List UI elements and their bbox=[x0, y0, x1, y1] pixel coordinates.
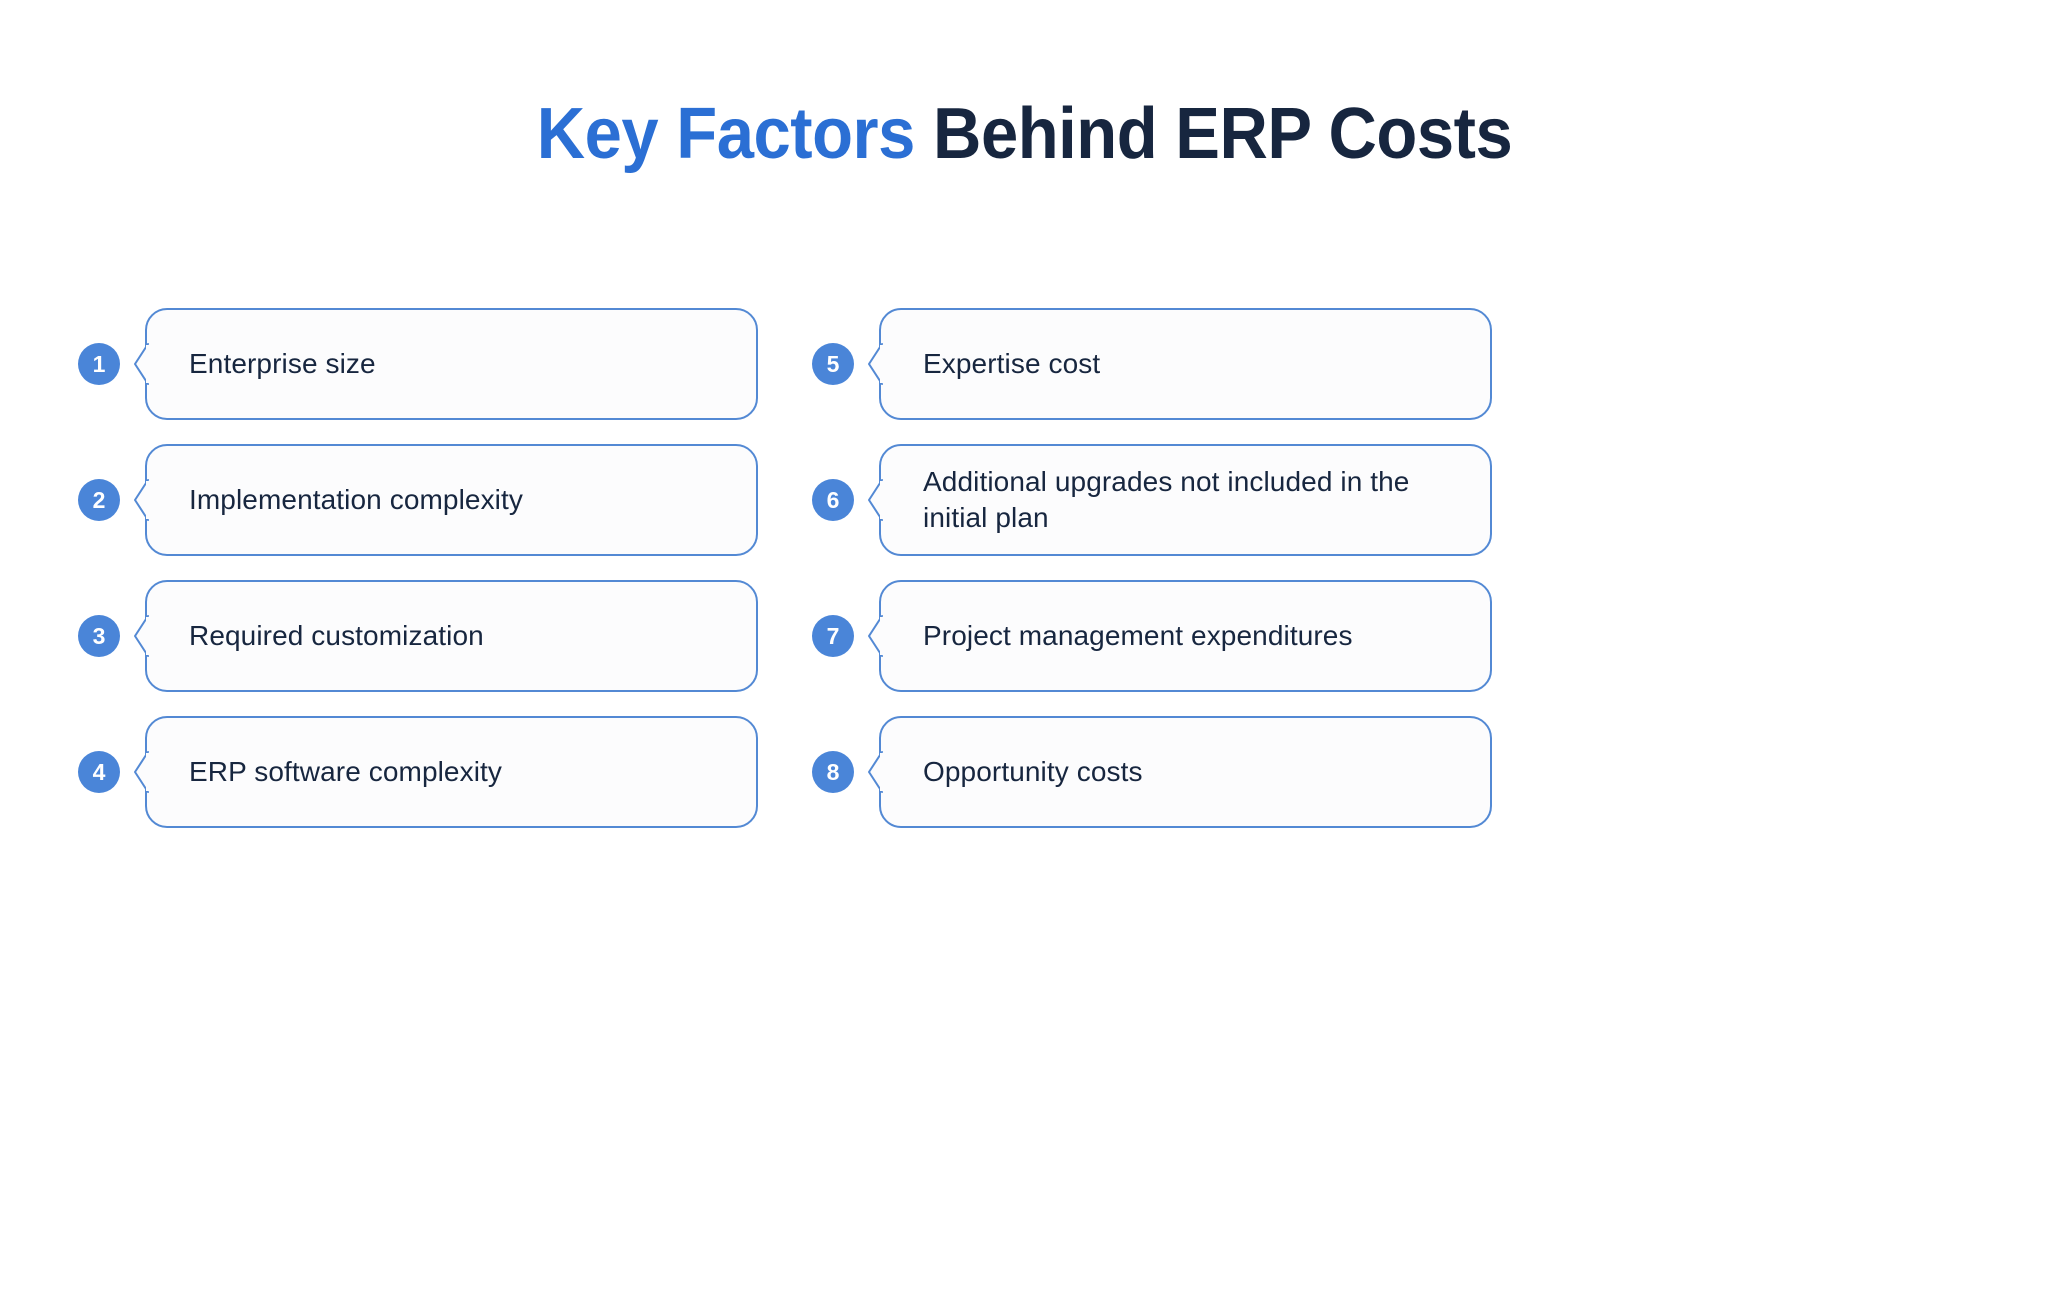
factor-item-6[interactable]: 6 Additional upgrades not included in th… bbox=[812, 444, 1492, 556]
factor-label: Implementation complexity bbox=[189, 484, 523, 516]
factor-label: Required customization bbox=[189, 620, 484, 652]
badge-card-gap bbox=[854, 500, 879, 501]
factor-number-badge: 8 bbox=[812, 751, 854, 793]
page-title: Key Factors Behind ERP Costs bbox=[0, 94, 2048, 174]
infographic-canvas: Key Factors Behind ERP Costs 1 Enterpris… bbox=[0, 0, 2048, 1289]
page-title-accent: Key Factors bbox=[536, 94, 915, 174]
factor-card[interactable]: Implementation complexity bbox=[134, 444, 758, 556]
factor-label: ERP software complexity bbox=[189, 756, 503, 788]
badge-card-gap bbox=[120, 636, 145, 637]
factor-item-2[interactable]: 2 Implementation complexity bbox=[78, 444, 758, 556]
factor-label: Expertise cost bbox=[923, 348, 1101, 380]
factor-item-4[interactable]: 4 ERP software complexity bbox=[78, 716, 758, 828]
factor-item-1[interactable]: 1 Enterprise size bbox=[78, 308, 758, 420]
factor-card[interactable]: Additional upgrades not included in the … bbox=[868, 444, 1492, 556]
factor-card[interactable]: Opportunity costs bbox=[868, 716, 1492, 828]
badge-card-gap bbox=[854, 636, 879, 637]
factor-number-badge: 5 bbox=[812, 343, 854, 385]
factor-item-5[interactable]: 5 Expertise cost bbox=[812, 308, 1492, 420]
factor-label: Additional upgrades not included in the … bbox=[923, 466, 1410, 533]
factor-card[interactable]: Expertise cost bbox=[868, 308, 1492, 420]
badge-card-gap bbox=[120, 500, 145, 501]
factor-number-badge: 6 bbox=[812, 479, 854, 521]
badge-card-gap bbox=[854, 772, 879, 773]
badge-card-gap bbox=[854, 364, 879, 365]
factor-card[interactable]: Required customization bbox=[134, 580, 758, 692]
factor-card[interactable]: ERP software complexity bbox=[134, 716, 758, 828]
factor-number-badge: 1 bbox=[78, 343, 120, 385]
factor-label: Opportunity costs bbox=[923, 756, 1143, 788]
factor-card[interactable]: Project management expenditures bbox=[868, 580, 1492, 692]
badge-card-gap bbox=[120, 772, 145, 773]
factor-item-3[interactable]: 3 Required customization bbox=[78, 580, 758, 692]
factor-number-badge: 2 bbox=[78, 479, 120, 521]
factor-card[interactable]: Enterprise size bbox=[134, 308, 758, 420]
factor-number-badge: 7 bbox=[812, 615, 854, 657]
factor-column-left: 1 Enterprise size 2 Implementation compl… bbox=[78, 308, 758, 852]
factor-number-badge: 3 bbox=[78, 615, 120, 657]
page-title-main: Behind ERP Costs bbox=[914, 94, 1513, 174]
badge-card-gap bbox=[120, 364, 145, 365]
factor-item-8[interactable]: 8 Opportunity costs bbox=[812, 716, 1492, 828]
factor-label: Enterprise size bbox=[189, 348, 376, 380]
factor-number-badge: 4 bbox=[78, 751, 120, 793]
factor-item-7[interactable]: 7 Project management expenditures bbox=[812, 580, 1492, 692]
factor-label: Project management expenditures bbox=[923, 620, 1353, 652]
factor-column-right: 5 Expertise cost 6 Additional upgrades n… bbox=[812, 308, 1492, 852]
